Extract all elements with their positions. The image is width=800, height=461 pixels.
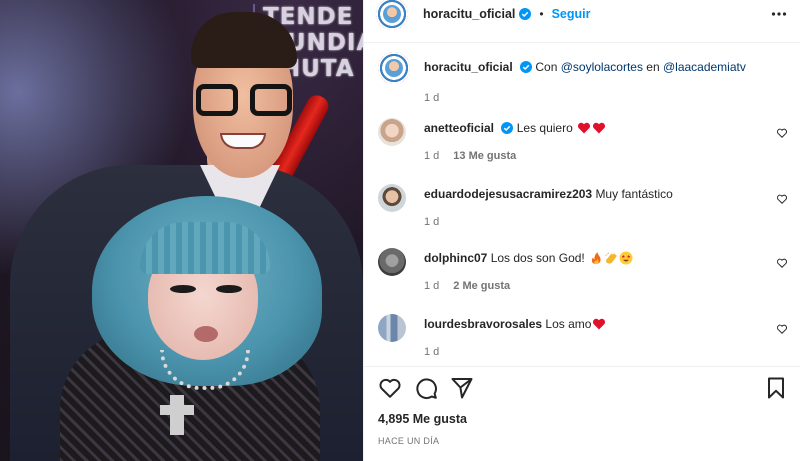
comment-text: Muy fantástico bbox=[595, 187, 673, 201]
author-avatar[interactable] bbox=[376, 0, 408, 30]
post-header: horacitu_oficial • Seguir bbox=[364, 0, 800, 30]
photo-woman-eye-left bbox=[170, 285, 196, 293]
fire-emoji-icon bbox=[591, 252, 601, 264]
comment-body: lourdesbravorosales Los amo bbox=[424, 316, 764, 332]
heart-icon[interactable] bbox=[378, 376, 402, 400]
comment-meta: 1 d 2 Me gusta bbox=[424, 280, 510, 292]
comment-meta: 1 d 13 Me gusta bbox=[424, 150, 516, 162]
caption-time[interactable]: 1 d bbox=[424, 92, 439, 104]
photo-man-glasses bbox=[196, 84, 292, 118]
verified-badge-icon bbox=[520, 61, 533, 73]
post-photo[interactable]: TENDE MUNDIA CHUTA bbox=[0, 0, 363, 461]
comment-body: anetteoficial Les quiero bbox=[424, 120, 764, 136]
photo-woman-lips bbox=[194, 326, 218, 342]
comment-username[interactable]: eduardodejesusacramirez203 bbox=[424, 187, 592, 201]
comment-text: Los amo bbox=[545, 317, 592, 331]
caption-middle: en bbox=[642, 60, 663, 74]
red-heart-emoji-icon bbox=[593, 122, 606, 134]
header-separator: • bbox=[539, 7, 544, 21]
heart-icon[interactable] bbox=[776, 257, 788, 269]
heart-icon[interactable] bbox=[776, 193, 788, 205]
follow-button[interactable]: Seguir bbox=[552, 7, 591, 21]
photo-woman-bangs bbox=[140, 222, 270, 274]
comment-username[interactable]: anetteoficial bbox=[424, 121, 494, 135]
caption-mention-soylolacortes[interactable]: @soylolacortes bbox=[561, 60, 643, 74]
comment-icon[interactable] bbox=[414, 376, 438, 400]
comment-meta: 1 d bbox=[424, 346, 439, 358]
comment-time[interactable]: 1 d bbox=[424, 216, 439, 228]
comment-avatar[interactable] bbox=[378, 314, 406, 342]
actions-divider bbox=[364, 366, 800, 367]
photo-woman-cross bbox=[160, 395, 194, 435]
red-heart-emoji-icon bbox=[578, 122, 591, 134]
post-like-count[interactable]: 4,895 Me gusta bbox=[378, 412, 467, 426]
heart-icon[interactable] bbox=[776, 127, 788, 139]
header-divider bbox=[364, 42, 800, 43]
instagram-post-view: TENDE MUNDIA CHUTA horacitu_oficial bbox=[0, 0, 800, 461]
caption-username[interactable]: horacitu_oficial bbox=[424, 60, 513, 74]
comments-list[interactable]: horacitu_oficial Con @soylolacortes en @… bbox=[364, 44, 800, 364]
author-username[interactable]: horacitu_oficial bbox=[423, 7, 515, 21]
bookmark-icon[interactable] bbox=[764, 376, 788, 400]
comment-body: dolphinc07 Los dos son God! bbox=[424, 250, 764, 266]
comment-meta: 1 d bbox=[424, 216, 439, 228]
more-options-icon[interactable] bbox=[771, 6, 787, 22]
photo-woman-eye-right bbox=[216, 285, 242, 293]
verified-badge-icon bbox=[501, 122, 514, 134]
comment-text: Los dos son God! bbox=[490, 251, 589, 265]
comment-username[interactable]: lourdesbravorosales bbox=[424, 317, 542, 331]
post-timestamp[interactable]: HACE UN DÍA bbox=[378, 436, 439, 446]
comment-username[interactable]: dolphinc07 bbox=[424, 251, 487, 265]
comment-time[interactable]: 1 d bbox=[424, 346, 439, 358]
verified-badge-icon bbox=[519, 8, 532, 20]
comment-like-count[interactable]: 13 Me gusta bbox=[453, 150, 516, 162]
caption-body: horacitu_oficial Con @soylolacortes en @… bbox=[424, 59, 764, 75]
comment-avatar[interactable] bbox=[378, 184, 406, 212]
star-struck-emoji-icon bbox=[619, 251, 633, 265]
caption-avatar[interactable] bbox=[378, 52, 410, 84]
comment-text: Les quiero bbox=[516, 121, 577, 135]
share-icon[interactable] bbox=[450, 376, 474, 400]
red-heart-emoji-icon bbox=[593, 318, 606, 330]
caption-mention-laacademiatv[interactable]: @laacademiatv bbox=[663, 60, 746, 74]
comment-like-count[interactable]: 2 Me gusta bbox=[453, 280, 510, 292]
post-action-bar bbox=[378, 376, 788, 400]
comment-avatar[interactable] bbox=[378, 118, 406, 146]
post-side-panel: horacitu_oficial • Seguir horacitu_ofici… bbox=[363, 0, 800, 461]
caption-prefix: Con bbox=[535, 60, 561, 74]
clap-emoji-icon bbox=[605, 252, 617, 264]
comment-time[interactable]: 1 d bbox=[424, 150, 439, 162]
comment-avatar[interactable] bbox=[378, 248, 406, 276]
comment-body: eduardodejesusacramirez203 Muy fantástic… bbox=[424, 186, 764, 202]
heart-icon[interactable] bbox=[776, 323, 788, 335]
comment-time[interactable]: 1 d bbox=[424, 280, 439, 292]
caption-meta: 1 d bbox=[424, 92, 439, 104]
